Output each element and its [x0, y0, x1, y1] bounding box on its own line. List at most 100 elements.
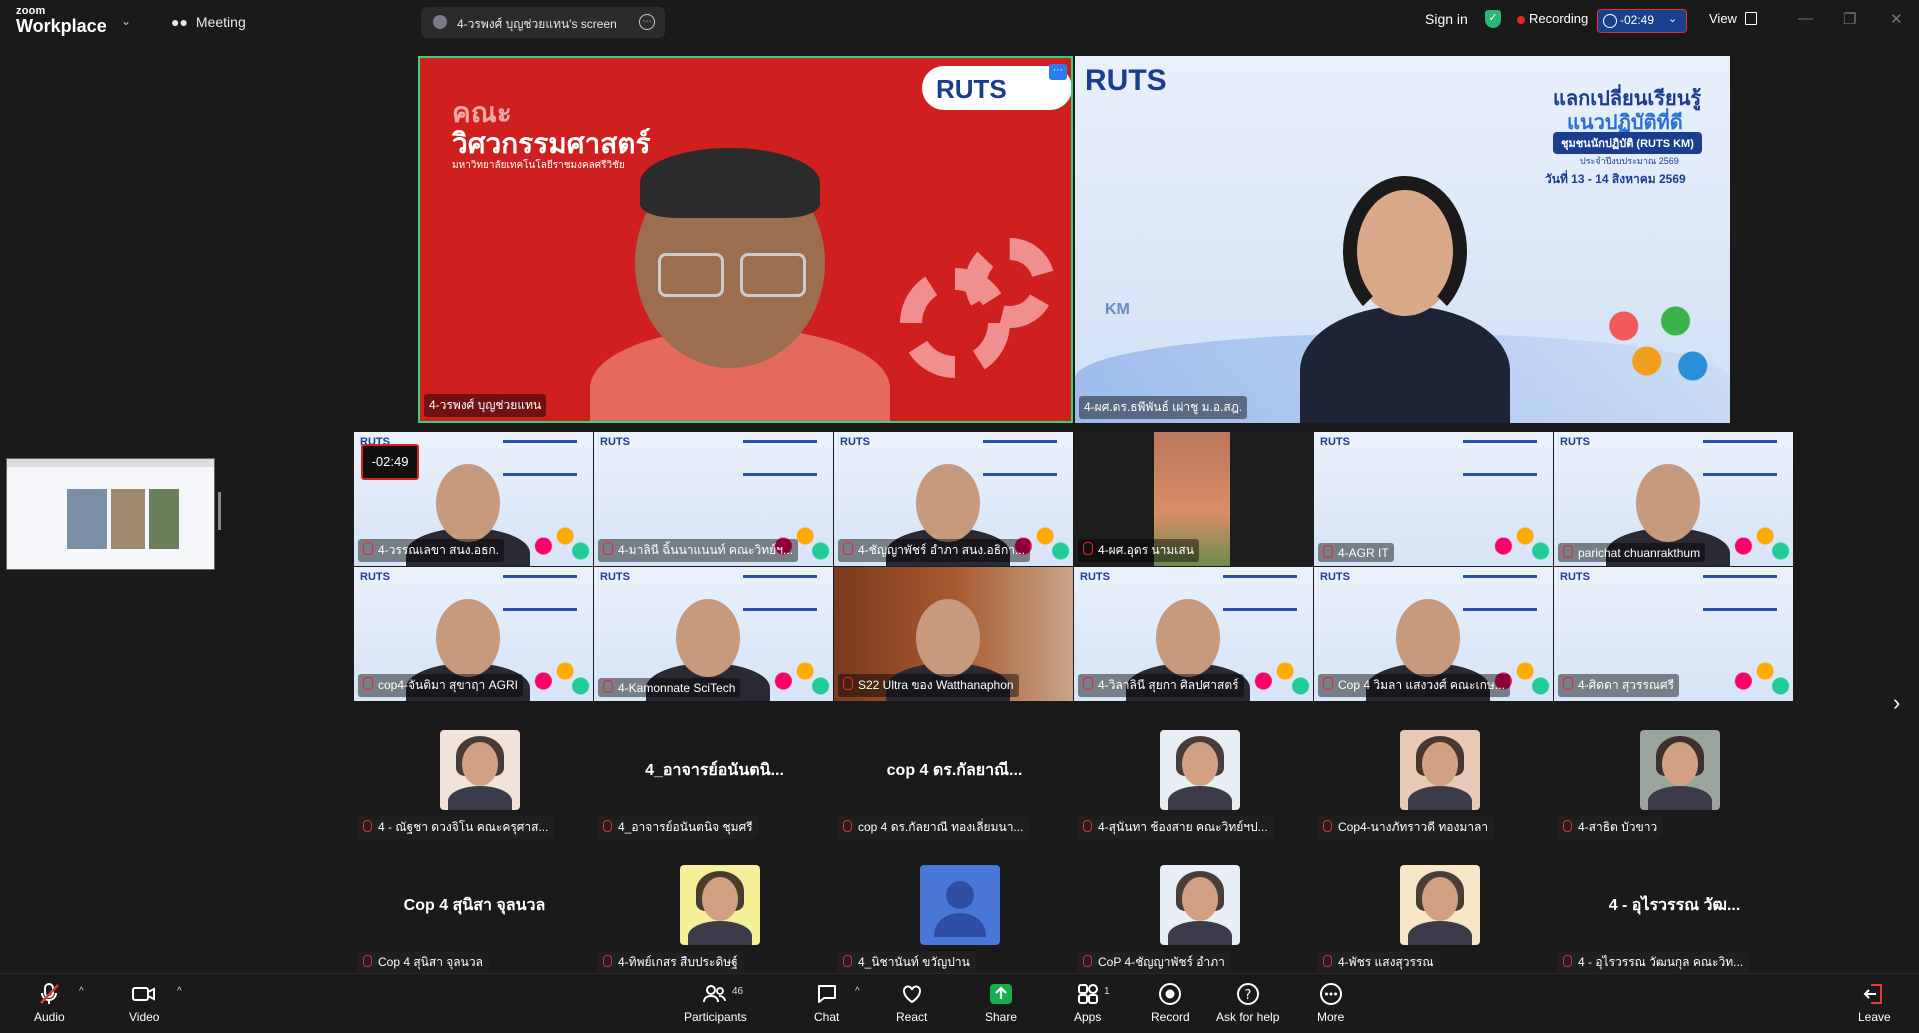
gallery-video-tile[interactable]: RUTS 4-วิลาลินี สุยกา ศิลปศาสตร์ [1074, 567, 1313, 701]
name-text: 4-พัชร แสงสุวรรณ [1338, 955, 1434, 969]
gallery-video-tile[interactable]: RUTS 4-ศิดดา สุวรรณศรี [1554, 567, 1793, 701]
km-icons-graphic [1251, 651, 1313, 701]
chevron-down-icon[interactable]: ⌄ [1668, 12, 1677, 25]
ask-help-button[interactable]: ? Ask for help [1216, 982, 1279, 1024]
more-button[interactable]: More [1317, 982, 1344, 1024]
gallery-video-tile[interactable]: S22 Ultra ของ Watthanaphon [834, 567, 1073, 701]
participant-name-tag: 4_อาจารย์อนันตนิจ ชุมศรี [597, 816, 759, 839]
participant-tile[interactable]: 4-สาธิต บัวขาว [1555, 730, 1794, 864]
participant-tile[interactable]: 4_อาจารย์อนันตนิ... 4_อาจารย์อนันตนิจ ชุม… [595, 730, 834, 864]
chat-button[interactable]: Chat [814, 982, 839, 1024]
ruts-mini-logo: RUTS [360, 571, 390, 583]
mic-muted-icon [363, 820, 372, 832]
name-text: 4-ชัญญาพัชร์ อำภา สนง.อธิกา... [858, 543, 1026, 557]
avatar-shoulders [1168, 786, 1232, 810]
gallery-video-tile[interactable]: RUTS Cop 4 วิมลา แสงวงศ์ คณะเกษ... [1314, 567, 1553, 701]
speaker-tile-1[interactable]: คณะ วิศวกรรมศาสตร์ มหาวิทยาลัยเทคโนโลยีร… [418, 56, 1073, 423]
participant-tile[interactable]: Cop4-นางภัทราวดี ทองมาลา [1315, 730, 1554, 864]
audio-label: Audio [34, 1010, 65, 1024]
participant-tile[interactable]: 4 - ณัฐชา ดวงจิโน คณะครุศาส... [355, 730, 594, 864]
avatar-shoulders [688, 921, 752, 945]
bg-faculty-title: คณะ วิศวกรรมศาสตร์ มหาวิทยาลัยเทคโนโลยีร… [452, 97, 651, 170]
more-label: More [1317, 1010, 1345, 1024]
recording-label[interactable]: Recording [1529, 11, 1588, 26]
thumbnail-scrollbar[interactable] [218, 492, 221, 530]
name-text: 4 - ณัฐชา ดวงจิโน คณะครุศาส... [378, 820, 549, 834]
thumbnail-image [111, 489, 145, 549]
audio-options-chevron-icon[interactable]: ^ [79, 986, 84, 997]
ruts-mini-logo: RUTS [600, 571, 630, 583]
share-button[interactable]: Share [985, 982, 1017, 1024]
leave-icon [1862, 982, 1886, 1006]
close-icon[interactable]: ✕ [1890, 10, 1903, 28]
gallery-video-tile[interactable]: RUTS 4-Kamonnate SciTech [594, 567, 833, 701]
mic-muted-icon [1563, 677, 1573, 690]
video-label: Video [129, 1010, 160, 1024]
mic-muted-icon [1083, 677, 1093, 690]
participant-name-tag: 4-ศิดดา สุวรรณศรี [1558, 674, 1680, 697]
name-text: cop4-จันติมา สุขาฤา AGRI [378, 678, 518, 692]
gallery-video-tile[interactable]: RUTS 4-มาลินี ฉิ้นนาแนนท์ คณะวิทย์ฯ... [594, 432, 833, 566]
more-options-icon[interactable]: ⋯ [1049, 64, 1067, 80]
default-avatar-icon [920, 865, 1000, 945]
name-text: Cop 4 วิมลา แสงวงศ์ คณะเกษ... [1338, 678, 1505, 692]
bg-title-line2: วิศวกรรมศาสตร์ [452, 127, 651, 159]
view-button[interactable]: View [1709, 11, 1757, 26]
participant-tile[interactable]: cop 4 ดร.กัลยาณี... cop 4 ดร.กัลยาณี ทองเ… [835, 730, 1074, 864]
chat-options-chevron-icon[interactable]: ^ [855, 986, 860, 997]
record-button[interactable]: Record [1151, 982, 1190, 1024]
participant-name-tag: cop 4 ดร.กัลยาณี ทองเลี่ยมนา... [837, 816, 1030, 839]
user-silhouette-icon [934, 881, 986, 937]
mic-muted-icon [843, 820, 852, 832]
signin-button[interactable]: Sign in [1425, 11, 1468, 27]
gear-graphic [965, 238, 1055, 328]
participant-name-tag: 4-ชัญญาพัชร์ อำภา สนง.อธิกา... [838, 539, 1031, 562]
next-page-arrow-icon[interactable]: › [1893, 690, 1900, 716]
participant-figure [916, 599, 980, 677]
ruts-mini-logo: RUTS [1080, 571, 1110, 583]
name-text: Cop4-นางภัทราวดี ทองมาลา [1338, 820, 1489, 834]
gallery-video-tile[interactable]: 4-ผศ.อุดร นามเสน [1074, 432, 1313, 566]
audio-button[interactable]: Audio [34, 982, 65, 1024]
apps-button[interactable]: Apps [1074, 982, 1101, 1024]
name-text: 4-AGR IT [1338, 546, 1389, 560]
avatar-shoulders [1168, 921, 1232, 945]
video-options-chevron-icon[interactable]: ^ [177, 986, 182, 997]
mic-muted-icon [363, 677, 373, 690]
participant-figure [916, 464, 980, 542]
ruts-mini-logo: RUTS [840, 436, 870, 448]
chat-icon [815, 982, 839, 1006]
participant-name-tag: 4-วิลาลินี สุยกา ศิลปศาสตร์ [1078, 674, 1244, 697]
participant-display-name: cop 4 ดร.กัลยาณี... [886, 762, 1023, 779]
record-label: Record [1151, 1010, 1190, 1024]
km-banner-graphic [743, 440, 817, 476]
meeting-timer[interactable]: -02:49 ⌄ [1597, 9, 1687, 33]
chevron-down-icon[interactable]: ⌄ [121, 14, 131, 28]
leave-button[interactable]: Leave [1858, 982, 1891, 1024]
shield-check-icon[interactable]: ✓ [1485, 10, 1501, 28]
speaker-tile-2[interactable]: RUTS แลกเปลี่ยนเรียนรู้ แนวปฏิบัติที่ดี … [1075, 56, 1730, 423]
meeting-menu[interactable]: ●● Meeting [171, 14, 246, 30]
avatar-face [1182, 742, 1218, 786]
mic-muted-icon [1323, 955, 1332, 967]
participant-figure [676, 599, 740, 677]
km-icons-graphic [531, 516, 593, 566]
react-button[interactable]: React [896, 982, 927, 1024]
participant-tile[interactable]: 4-สุนันทา ช้องสาย คณะวิทย์ฯป... [1075, 730, 1314, 864]
gallery-video-tile[interactable]: RUTS parichat chuanrakthum [1554, 432, 1793, 566]
gallery-video-tile[interactable]: RUTS cop4-จันติมา สุขาฤา AGRI [354, 567, 593, 701]
name-text: 4-มาลินี ฉิ้นนาแนนท์ คณะวิทย์ฯ... [618, 543, 793, 557]
video-button[interactable]: Video [129, 982, 159, 1024]
screen-share-tab[interactable]: 4-วรพงศ์ บุญช่วยแทน's screen ⋯ [421, 7, 665, 38]
participant-display-name: Cop 4 สุนิสา จุลนวล [403, 897, 546, 914]
gallery-video-tile[interactable]: RUTS 4-AGR IT [1314, 432, 1553, 566]
gallery-video-tile[interactable]: RUTS 4-ชัญญาพัชร์ อำภา สนง.อธิกา... [834, 432, 1073, 566]
restore-icon[interactable]: ❐ [1843, 10, 1856, 28]
mic-muted-icon [363, 955, 372, 967]
zoom-logo[interactable]: zoom Workplace [16, 6, 107, 36]
name-text: S22 Ultra ของ Watthanaphon [858, 678, 1014, 692]
minimize-icon[interactable]: — [1798, 10, 1813, 27]
name-text: 4-สุนันทา ช้องสาย คณะวิทย์ฯป... [1098, 820, 1268, 834]
more-options-icon[interactable]: ⋯ [639, 14, 655, 30]
shared-screen-thumbnail[interactable] [6, 458, 215, 570]
